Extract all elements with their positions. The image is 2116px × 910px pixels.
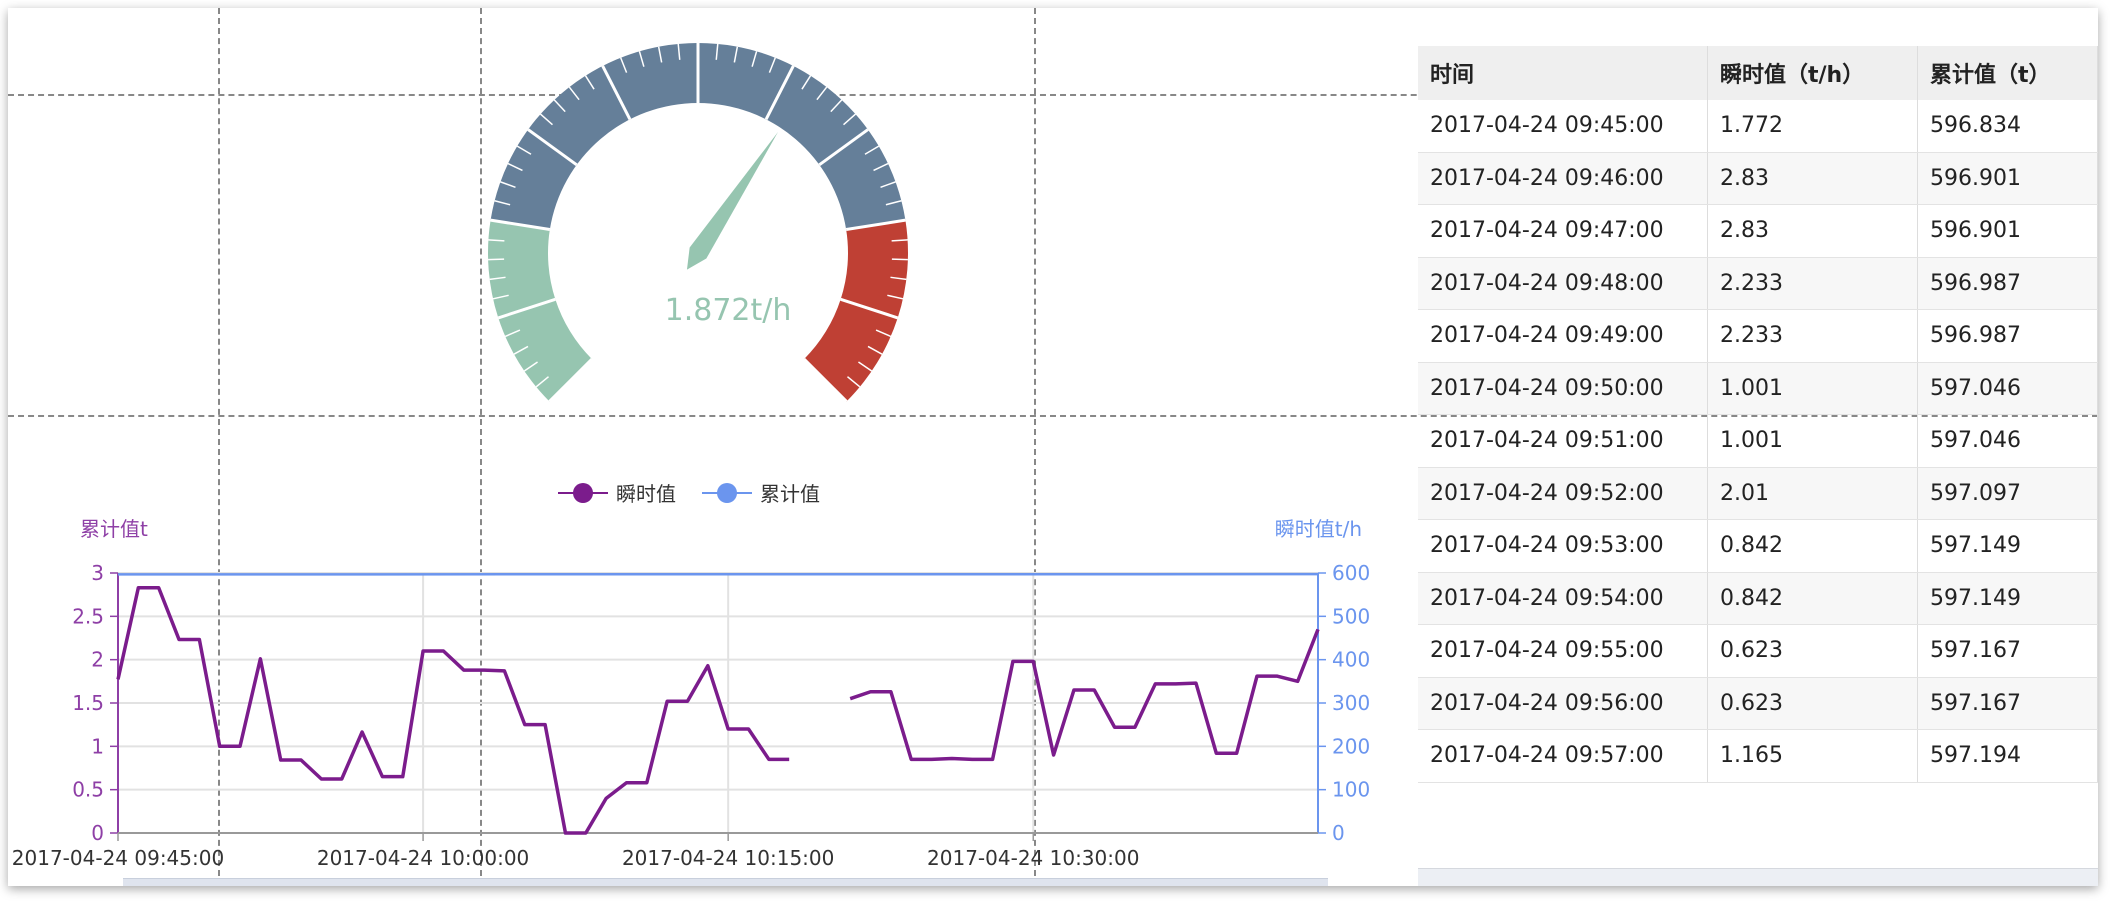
cell-instant: 1.165 bbox=[1707, 729, 1918, 783]
table-row[interactable]: 2017-04-24 09:45:00 1.772 596.834 bbox=[1418, 100, 2098, 153]
table-row[interactable]: 2017-04-24 09:46:00 2.83 596.901 bbox=[1418, 152, 2098, 205]
left-axis-tick-label: 0.5 bbox=[72, 778, 104, 802]
cell-instant: 2.233 bbox=[1707, 309, 1918, 363]
right-axis-tick-label: 200 bbox=[1332, 734, 1370, 758]
gauge-minor-tick bbox=[891, 239, 908, 242]
column-header-instant[interactable]: 瞬时值（t/h） bbox=[1707, 46, 1918, 100]
cell-cumulative: 596.987 bbox=[1917, 257, 2098, 310]
cell-cumulative: 597.046 bbox=[1917, 362, 2098, 415]
app-frame: 1.872t/h 瞬时值 累计值 0 0 0.5 100 1 200 1.5 300 2 400 2… bbox=[8, 8, 2098, 886]
chart-horizontal-scrollbar[interactable] bbox=[123, 878, 1328, 886]
cell-time: 2017-04-24 09:51:00 bbox=[1418, 414, 1708, 468]
cell-cumulative: 596.987 bbox=[1917, 309, 2098, 363]
cell-cumulative: 597.149 bbox=[1917, 519, 2098, 573]
cell-time: 2017-04-24 09:46:00 bbox=[1418, 152, 1708, 205]
cell-instant: 2.233 bbox=[1707, 257, 1918, 310]
cell-instant: 0.842 bbox=[1707, 519, 1918, 573]
cell-cumulative: 597.167 bbox=[1917, 624, 2098, 678]
table-row[interactable]: 2017-04-24 09:52:00 2.01 597.097 bbox=[1418, 467, 2098, 520]
cell-instant: 0.623 bbox=[1707, 624, 1918, 678]
cell-instant: 1.772 bbox=[1707, 100, 1918, 153]
cell-time: 2017-04-24 09:45:00 bbox=[1418, 100, 1708, 153]
left-axis-tick-label: 2.5 bbox=[72, 604, 104, 628]
cell-cumulative: 596.901 bbox=[1917, 152, 2098, 205]
cell-time: 2017-04-24 09:48:00 bbox=[1418, 257, 1708, 310]
right-axis-tick-label: 600 bbox=[1332, 561, 1370, 585]
cell-time: 2017-04-24 09:52:00 bbox=[1418, 467, 1708, 520]
left-axis-tick-label: 1.5 bbox=[72, 691, 104, 715]
table-row[interactable]: 2017-04-24 09:53:00 0.842 597.149 bbox=[1418, 519, 2098, 573]
data-table: 时间 瞬时值（t/h） 累计值（t） 2017-04-24 09:45:00 1.… bbox=[1418, 46, 2098, 783]
table-row[interactable]: 2017-04-24 09:57:00 1.165 597.194 bbox=[1418, 729, 2098, 783]
cell-time: 2017-04-24 09:56:00 bbox=[1418, 677, 1708, 730]
cell-cumulative: 597.097 bbox=[1917, 467, 2098, 520]
cell-cumulative: 596.901 bbox=[1917, 204, 2098, 258]
right-axis-tick-label: 100 bbox=[1332, 778, 1370, 802]
cell-time: 2017-04-24 09:55:00 bbox=[1418, 624, 1708, 678]
left-axis-tick-label: 2 bbox=[91, 648, 104, 672]
left-axis-tick-label: 0 bbox=[91, 821, 104, 845]
table-row[interactable]: 2017-04-24 09:54:00 0.842 597.149 bbox=[1418, 572, 2098, 625]
series-line-instant[interactable] bbox=[849, 628, 1320, 762]
right-axis-title: 瞬时值t/h bbox=[1275, 517, 1362, 541]
gauge-minor-tick bbox=[891, 258, 908, 261]
cell-instant: 0.842 bbox=[1707, 572, 1918, 625]
x-axis-tick-label: 2017-04-24 10:30:00 bbox=[927, 846, 1139, 870]
x-axis-tick-label: 2017-04-24 09:45:00 bbox=[12, 846, 224, 870]
column-header-cumulative[interactable]: 累计值（t） bbox=[1917, 46, 2098, 100]
right-axis-tick-label: 0 bbox=[1332, 821, 1345, 845]
x-axis-tick-label: 2017-04-24 10:15:00 bbox=[622, 846, 834, 870]
table-row[interactable]: 2017-04-24 09:55:00 0.623 597.167 bbox=[1418, 624, 2098, 678]
cell-cumulative: 597.149 bbox=[1917, 572, 2098, 625]
gauge-value-label: 1.872t/h bbox=[665, 293, 792, 328]
cell-time: 2017-04-24 09:47:00 bbox=[1418, 204, 1708, 258]
table-row[interactable]: 2017-04-24 09:50:00 1.001 597.046 bbox=[1418, 362, 2098, 415]
right-axis-tick-label: 300 bbox=[1332, 691, 1370, 715]
table-row[interactable]: 2017-04-24 09:47:00 2.83 596.901 bbox=[1418, 204, 2098, 258]
series-line-instant[interactable] bbox=[116, 585, 790, 835]
cell-instant: 1.001 bbox=[1707, 362, 1918, 415]
cell-instant: 2.83 bbox=[1707, 204, 1918, 258]
cell-cumulative: 597.194 bbox=[1917, 729, 2098, 783]
cell-instant: 2.01 bbox=[1707, 467, 1918, 520]
trend-chart: 0 0 0.5 100 1 200 1.5 300 2 400 2.5 500 3 600 2017-04-… bbox=[12, 517, 1370, 870]
column-header-time[interactable]: 时间 bbox=[1418, 46, 1708, 100]
left-axis-tick-label: 1 bbox=[91, 734, 104, 758]
table-row[interactable]: 2017-04-24 09:56:00 0.623 597.167 bbox=[1418, 677, 2098, 730]
cell-time: 2017-04-24 09:57:00 bbox=[1418, 729, 1708, 783]
table-pager[interactable] bbox=[1418, 868, 2098, 886]
cell-instant: 2.83 bbox=[1707, 152, 1918, 205]
right-axis-tick-label: 500 bbox=[1332, 604, 1370, 628]
cell-time: 2017-04-24 09:54:00 bbox=[1418, 572, 1708, 625]
gauge-minor-tick bbox=[488, 239, 505, 242]
cell-time: 2017-04-24 09:53:00 bbox=[1418, 519, 1708, 573]
x-axis-tick-label: 2017-04-24 10:00:00 bbox=[317, 846, 529, 870]
left-axis-title: 累计值t bbox=[80, 517, 148, 541]
cell-time: 2017-04-24 09:49:00 bbox=[1418, 309, 1708, 363]
table-row[interactable]: 2017-04-24 09:51:00 1.001 597.046 bbox=[1418, 414, 2098, 468]
right-axis-tick-label: 400 bbox=[1332, 648, 1370, 672]
cell-instant: 0.623 bbox=[1707, 677, 1918, 730]
cell-cumulative: 597.167 bbox=[1917, 677, 2098, 730]
gauge-needle bbox=[686, 132, 778, 270]
cell-instant: 1.001 bbox=[1707, 414, 1918, 468]
table-row[interactable]: 2017-04-24 09:48:00 2.233 596.987 bbox=[1418, 257, 2098, 310]
cell-cumulative: 597.046 bbox=[1917, 414, 2098, 468]
table-header-row: 时间 瞬时值（t/h） 累计值（t） bbox=[1418, 46, 2098, 100]
table-row[interactable]: 2017-04-24 09:49:00 2.233 596.987 bbox=[1418, 309, 2098, 363]
left-axis-tick-label: 3 bbox=[91, 561, 104, 585]
gauge-minor-tick bbox=[488, 258, 505, 261]
cell-time: 2017-04-24 09:50:00 bbox=[1418, 362, 1708, 415]
cell-cumulative: 596.834 bbox=[1917, 100, 2098, 153]
flow-gauge: 1.872t/h bbox=[488, 42, 908, 403]
